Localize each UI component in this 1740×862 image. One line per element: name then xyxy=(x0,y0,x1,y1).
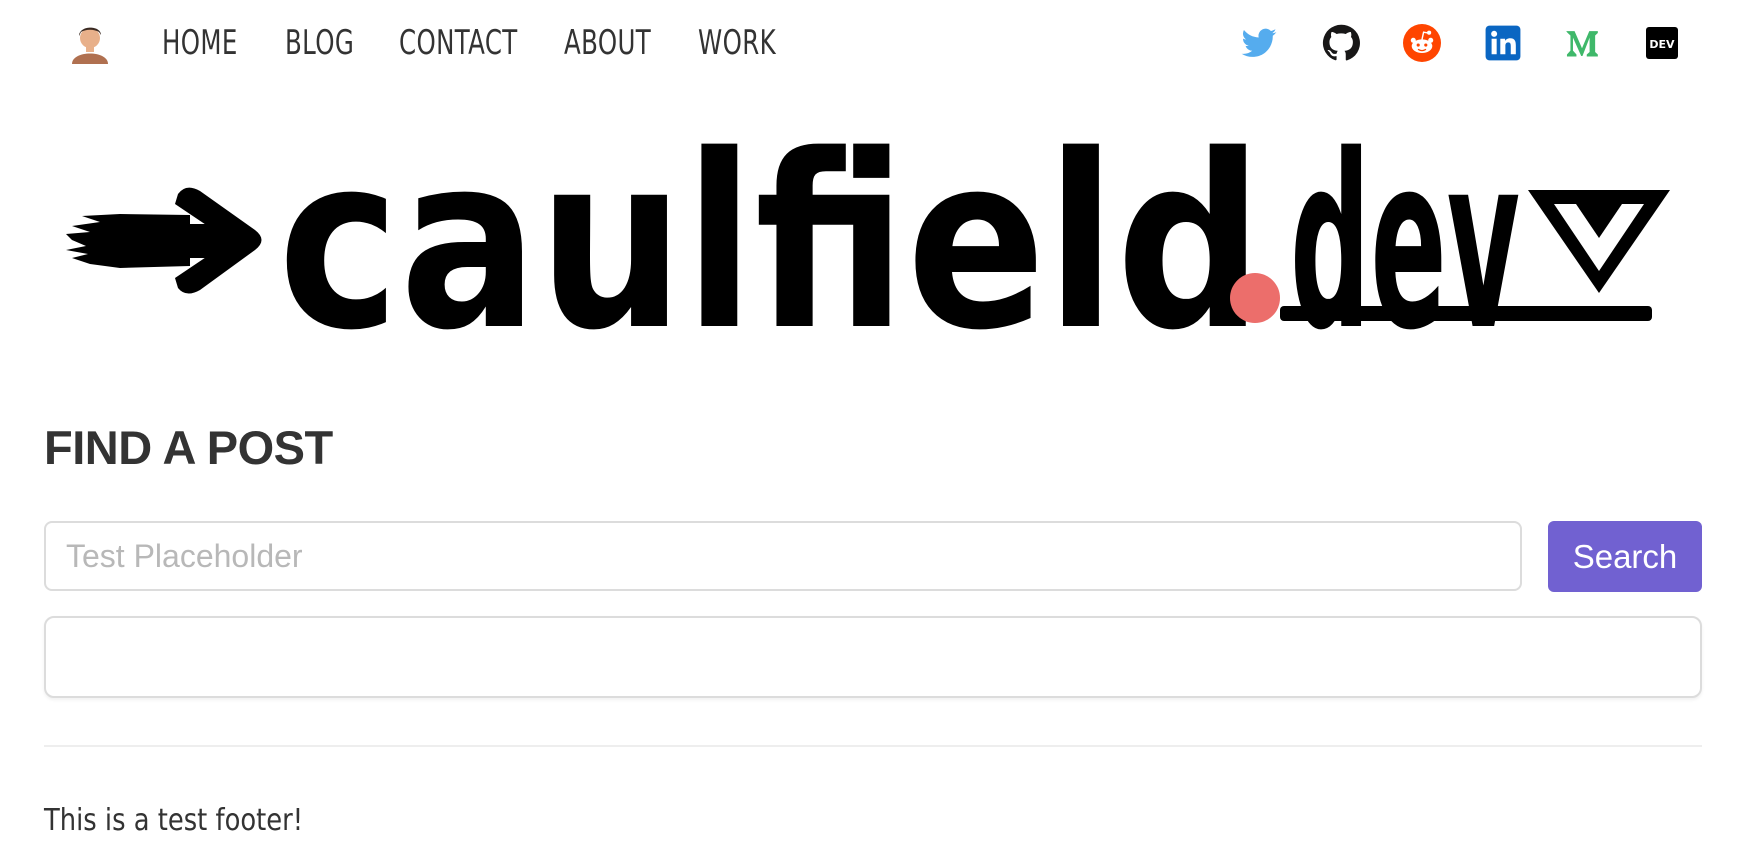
nav-contact-link[interactable]: CONTACT xyxy=(399,18,518,68)
arrow-icon xyxy=(66,187,262,294)
nav-blog-link[interactable]: BLOG xyxy=(285,18,354,68)
site-logo[interactable]: caulfield dev xyxy=(60,118,1690,368)
search-button[interactable]: Search xyxy=(1548,521,1702,592)
top-navigation: HOME BLOG CONTACT ABOUT WORK DEV xyxy=(0,0,1740,88)
medium-icon[interactable] xyxy=(1563,24,1601,62)
nav-work-link[interactable]: WORK xyxy=(698,18,776,68)
logo-tld: dev xyxy=(1290,118,1520,368)
reddit-icon[interactable] xyxy=(1403,24,1441,62)
dev-icon-label: DEV xyxy=(1649,38,1675,51)
nav-home-link[interactable]: HOME xyxy=(162,18,238,68)
avatar-icon[interactable] xyxy=(66,20,114,64)
find-post-heading: FIND A POST xyxy=(44,421,333,474)
logo-underline xyxy=(1280,306,1652,321)
search-input[interactable] xyxy=(44,521,1522,591)
divider xyxy=(44,745,1702,747)
search-results-panel xyxy=(44,616,1702,698)
vue-v-icon xyxy=(1528,190,1670,293)
footer-text: This is a test footer! xyxy=(44,803,304,838)
github-icon[interactable] xyxy=(1322,24,1360,62)
logo-wordmark: caulfield xyxy=(278,118,1263,368)
dev-icon[interactable]: DEV xyxy=(1643,24,1681,62)
twitter-icon[interactable] xyxy=(1240,24,1278,62)
logo-dot xyxy=(1230,273,1280,323)
linkedin-icon[interactable] xyxy=(1484,24,1522,62)
nav-about-link[interactable]: ABOUT xyxy=(564,18,651,68)
